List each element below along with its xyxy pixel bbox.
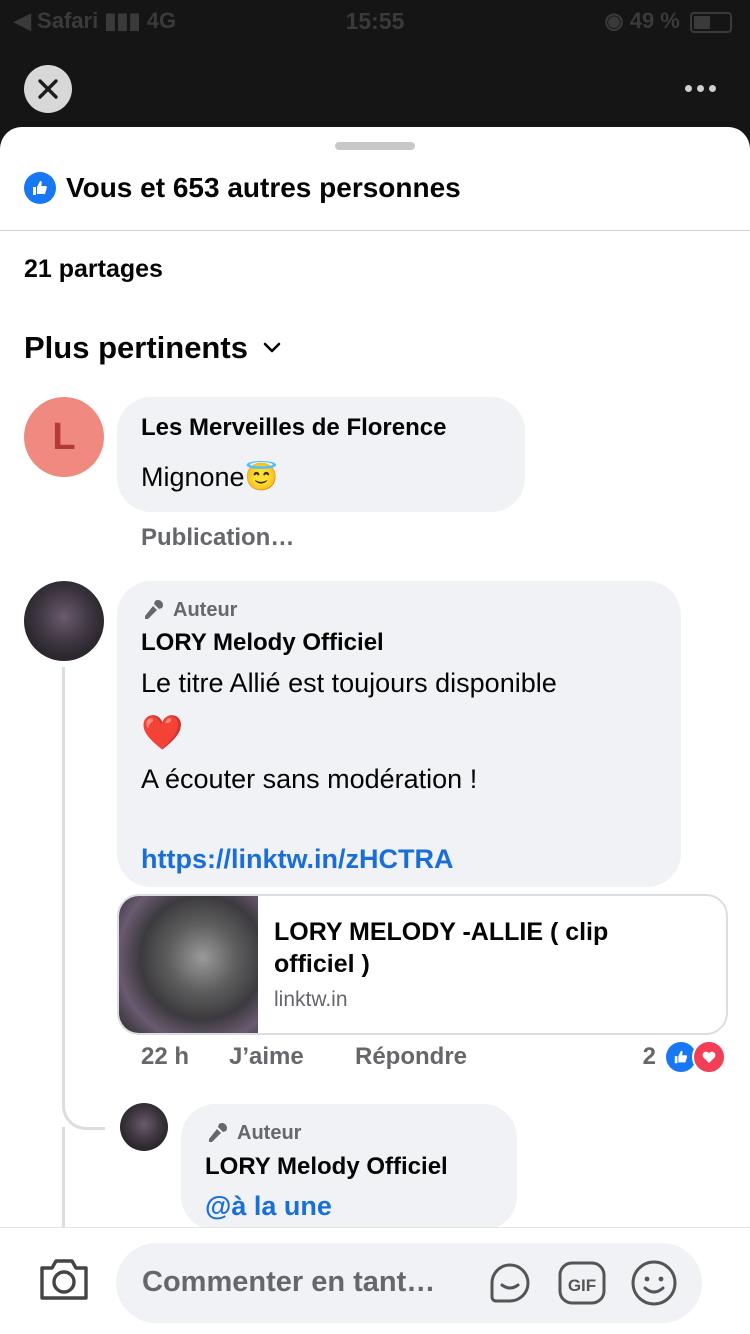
sort-dropdown[interactable]: Plus pertinents: [24, 330, 282, 366]
author-badge: Auteur: [205, 1121, 301, 1145]
divider: [0, 230, 750, 231]
comment-author[interactable]: Les Merveilles de Florence: [141, 414, 446, 442]
avatar[interactable]: [24, 581, 104, 661]
author-badge: Auteur: [141, 598, 237, 622]
reply-button[interactable]: Répondre: [355, 1043, 467, 1071]
shares-count[interactable]: 21 partages: [24, 255, 163, 284]
comment-author[interactable]: LORY Melody Officiel: [141, 629, 384, 657]
comment-text-line: A écouter sans modération !: [141, 764, 478, 794]
status-right: ◉ 49 %: [604, 8, 732, 34]
more-dot-icon: [696, 84, 704, 92]
camera-button[interactable]: [38, 1254, 90, 1307]
avatar[interactable]: L: [24, 397, 104, 477]
gif-button[interactable]: GIF: [556, 1257, 608, 1314]
heart-emoji: ❤️: [141, 714, 184, 752]
emoji-button[interactable]: [628, 1257, 680, 1314]
battery-percent: 49 %: [629, 8, 680, 33]
svg-text:GIF: GIF: [568, 1276, 596, 1295]
reaction-count: 2: [642, 1043, 656, 1070]
comment-input[interactable]: Commenter en tant… GIF: [116, 1243, 702, 1323]
comment-text-line: Le titre Allié est toujours disponible: [141, 668, 557, 698]
battery-icon: [690, 11, 732, 33]
author-badge-label: Auteur: [173, 598, 238, 621]
avatar-sticker-button[interactable]: [484, 1257, 536, 1314]
more-dot-icon: [684, 84, 692, 92]
microphone-icon: [209, 1123, 227, 1142]
comment-link[interactable]: https://linktw.in/zHCTRA: [141, 835, 453, 883]
comment-bubble[interactable]: Les Merveilles de Florence Mignone😇: [117, 397, 525, 512]
comment-bubble[interactable]: Auteur LORY Melody Officiel Le titre All…: [117, 581, 681, 887]
sheet-grabber[interactable]: [335, 142, 415, 150]
link-preview-thumbnail: [119, 896, 258, 1033]
comment-input-placeholder: Commenter en tant…: [142, 1266, 436, 1298]
link-preview-domain: linktw.in: [274, 988, 348, 1011]
comment-time: 22 h: [141, 1043, 190, 1070]
avatar-sticker-icon: [490, 1263, 530, 1303]
reactions-summary-text: Vous et 653 autres personnes: [66, 172, 461, 203]
author-badge-label: Auteur: [237, 1121, 302, 1144]
link-preview-card[interactable]: LORY MELODY -ALLIE ( clip officiel ) lin…: [117, 894, 728, 1035]
thread-line: [62, 667, 105, 1130]
close-button[interactable]: [24, 65, 72, 113]
microphone-icon: [145, 600, 163, 619]
comment-reactions[interactable]: 2: [643, 1040, 726, 1074]
comment-mention-link[interactable]: @à la une: [205, 1182, 332, 1230]
comment-bubble[interactable]: Auteur LORY Melody Officiel @à la une: [181, 1104, 517, 1230]
link-preview-title: LORY MELODY -ALLIE ( clip officiel ): [274, 918, 609, 978]
comments-sheet: Vous et 653 autres personnes 21 partages…: [0, 127, 750, 1334]
orientation-lock-icon: ◉: [604, 8, 624, 33]
comment-composer: Commenter en tant… GIF: [0, 1227, 750, 1334]
like-button[interactable]: J’aime: [229, 1043, 304, 1071]
gif-icon: GIF: [558, 1261, 606, 1305]
avatar-letter: L: [52, 415, 76, 458]
more-options-button[interactable]: [680, 76, 720, 100]
love-reaction-icon: [692, 1040, 726, 1074]
close-icon: [38, 79, 58, 99]
chevron-down-icon: [263, 342, 281, 353]
comment-text: Mignone😇: [141, 462, 279, 492]
comment-status: Publication…: [141, 524, 295, 551]
camera-icon: [40, 1259, 88, 1300]
like-reaction-icon: [24, 172, 56, 204]
reactions-summary[interactable]: Vous et 653 autres personnes: [24, 172, 461, 204]
emoji-icon: [631, 1260, 677, 1306]
status-bar: ◀ Safari ▮▮▮ 4G 15:55 ◉ 49 %: [0, 0, 750, 40]
comment-author[interactable]: LORY Melody Officiel: [205, 1153, 448, 1181]
more-dot-icon: [708, 84, 716, 92]
sort-label: Plus pertinents: [24, 330, 248, 365]
avatar[interactable]: [120, 1103, 168, 1151]
